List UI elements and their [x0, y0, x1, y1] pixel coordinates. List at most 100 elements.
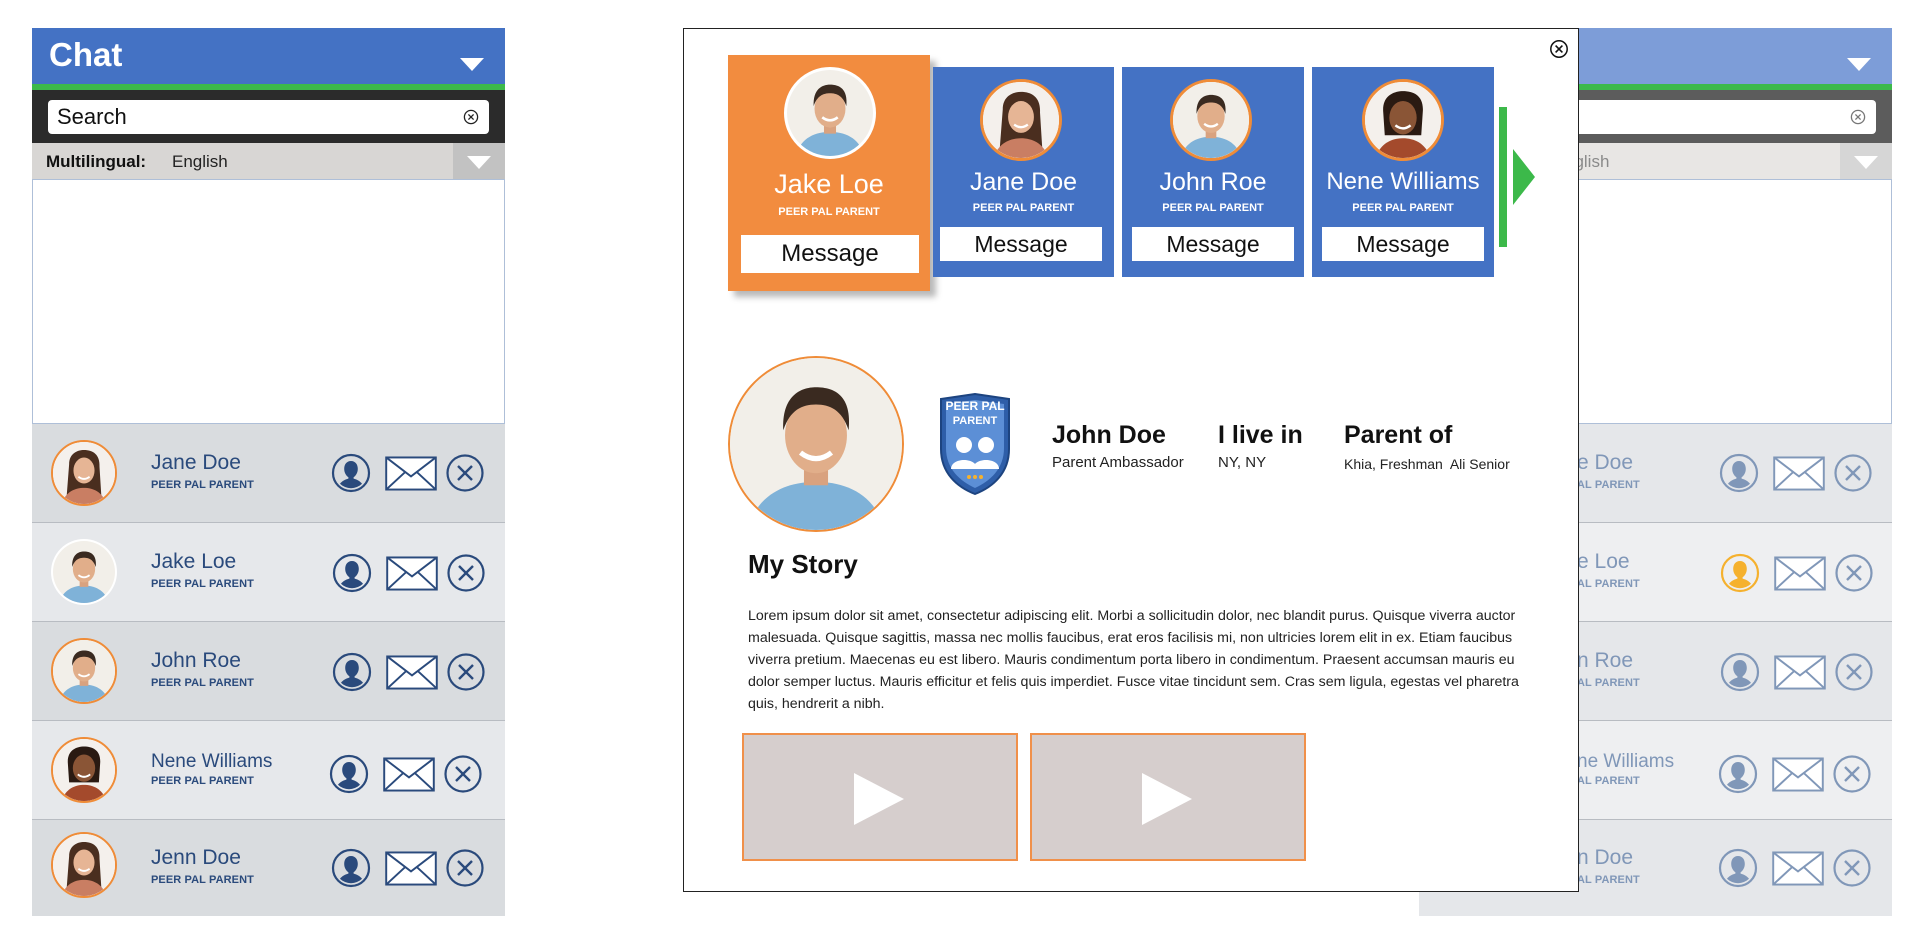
chat-message-area[interactable]	[32, 179, 505, 424]
contact-role: AL PARENT	[1577, 479, 1640, 491]
contact-role: AL PARENT	[1577, 874, 1640, 886]
card-role: PEER PAL PARENT	[972, 202, 1075, 214]
clear-search-icon[interactable]	[463, 109, 479, 125]
contact-name: Jake Loe	[151, 550, 237, 573]
location-value: NY, NY	[1218, 454, 1267, 471]
parent-of-value: Khia, Freshman Ali Senior	[1344, 456, 1510, 472]
chat-panel: Chat Multilingual: English Jane Doe PEER…	[32, 28, 505, 916]
profile-icon[interactable]	[332, 553, 372, 593]
remove-icon[interactable]	[1833, 453, 1873, 493]
search-box	[48, 100, 489, 134]
contact-row[interactable]: Jane Doe PEER PAL PARENT	[32, 424, 505, 523]
remove-icon[interactable]	[1834, 553, 1874, 593]
profile-icon[interactable]	[1720, 652, 1760, 692]
peer-card[interactable]: John Roe PEER PAL PARENT Message	[1122, 67, 1304, 277]
message-icon[interactable]	[382, 757, 436, 792]
contact-row[interactable]: Jake Loe PEER PAL PARENT	[32, 523, 505, 622]
card-role: PEER PAL PARENT	[778, 206, 880, 218]
avatar	[51, 638, 117, 704]
remove-icon[interactable]	[1832, 754, 1872, 794]
message-button[interactable]: Message	[940, 227, 1102, 261]
clear-search-icon[interactable]	[1850, 109, 1866, 125]
contact-name: Jenn Doe	[151, 846, 241, 869]
collapse-caret-icon[interactable]	[460, 58, 484, 71]
contact-name: n Roe	[1577, 649, 1634, 672]
remove-icon[interactable]	[445, 453, 485, 493]
video-player[interactable]	[1030, 733, 1306, 861]
profile-name: John Doe	[1052, 421, 1166, 449]
play-icon[interactable]	[852, 771, 906, 827]
card-name: Jake Loe	[774, 169, 884, 199]
peer-pal-parent-badge-icon: PEER PAL PARENT	[935, 393, 1015, 495]
card-name: Jane Doe	[969, 168, 1078, 196]
remove-icon[interactable]	[446, 652, 486, 692]
location-heading: I live in	[1218, 421, 1303, 449]
contact-role: AL PARENT	[1577, 775, 1640, 787]
contact-name: e Doe	[1577, 451, 1634, 474]
profile-modal: Jake Loe PEER PAL PARENT Message Jane Do…	[683, 28, 1579, 892]
card-photo	[1170, 79, 1252, 161]
chevron-down-icon	[1854, 156, 1878, 169]
language-value[interactable]: English	[172, 152, 228, 172]
remove-icon[interactable]	[1834, 652, 1874, 692]
avatar	[51, 440, 117, 506]
card-photo	[980, 79, 1062, 161]
remove-icon[interactable]	[443, 754, 483, 794]
message-icon[interactable]	[384, 851, 438, 886]
search-bar	[32, 90, 505, 143]
contact-row[interactable]: Nene Williams PEER PAL PARENT	[32, 721, 505, 820]
story-heading: My Story	[748, 549, 858, 579]
remove-icon[interactable]	[445, 848, 485, 888]
profile-icon[interactable]	[1718, 754, 1758, 794]
contact-name: e Loe	[1577, 550, 1630, 573]
remove-icon[interactable]	[1832, 848, 1872, 888]
peer-card[interactable]: Nene Williams PEER PAL PARENT Message	[1312, 67, 1494, 277]
profile-icon[interactable]	[1719, 453, 1759, 493]
language-dropdown-button[interactable]	[453, 143, 505, 179]
profile-icon[interactable]	[331, 848, 371, 888]
contact-name: Jane Doe	[151, 451, 241, 474]
contact-name: ne Williams	[1577, 751, 1675, 772]
avatar	[51, 737, 117, 803]
message-icon[interactable]	[384, 456, 438, 491]
language-selector: Multilingual: English	[32, 143, 505, 179]
card-photo	[784, 67, 876, 159]
contact-row[interactable]: Jenn Doe PEER PAL PARENT	[32, 820, 505, 916]
contact-row[interactable]: John Roe PEER PAL PARENT	[32, 622, 505, 721]
message-icon[interactable]	[1773, 655, 1827, 690]
message-button[interactable]: Message	[1132, 227, 1294, 261]
peer-card[interactable]: Jane Doe PEER PAL PARENT Message	[933, 67, 1114, 277]
remove-icon[interactable]	[446, 553, 486, 593]
card-photo	[1362, 79, 1444, 161]
profile-icon[interactable]	[1720, 553, 1760, 593]
message-button[interactable]: Message	[1322, 227, 1484, 261]
message-icon[interactable]	[1771, 757, 1825, 792]
play-icon[interactable]	[1140, 771, 1194, 827]
profile-icon[interactable]	[331, 453, 371, 493]
profile-icon[interactable]	[332, 652, 372, 692]
peer-card-active[interactable]: Jake Loe PEER PAL PARENT Message	[728, 55, 930, 291]
close-icon[interactable]	[1549, 39, 1569, 59]
message-icon[interactable]	[1772, 456, 1826, 491]
video-player[interactable]	[742, 733, 1018, 861]
badge-line-1: PEER PAL	[945, 399, 1004, 413]
profile-icon[interactable]	[329, 754, 369, 794]
card-role: PEER PAL PARENT	[1352, 202, 1454, 214]
collapse-caret-icon[interactable]	[1847, 58, 1871, 71]
contact-name: John Roe	[151, 649, 241, 672]
message-button[interactable]: Message	[741, 235, 919, 273]
contact-role: PEER PAL PARENT	[151, 479, 254, 491]
contact-role: PEER PAL PARENT	[151, 874, 254, 886]
message-icon[interactable]	[1771, 851, 1825, 886]
contact-role: AL PARENT	[1577, 677, 1640, 689]
message-icon[interactable]	[385, 556, 439, 591]
search-input[interactable]	[48, 100, 448, 134]
chevron-down-icon	[467, 156, 491, 169]
profile-photo	[728, 356, 904, 532]
contact-role: AL PARENT	[1577, 578, 1640, 590]
message-icon[interactable]	[385, 655, 439, 690]
language-dropdown-button[interactable]	[1840, 143, 1892, 179]
next-arrow-icon[interactable]	[1499, 107, 1537, 247]
profile-icon[interactable]	[1718, 848, 1758, 888]
message-icon[interactable]	[1773, 556, 1827, 591]
